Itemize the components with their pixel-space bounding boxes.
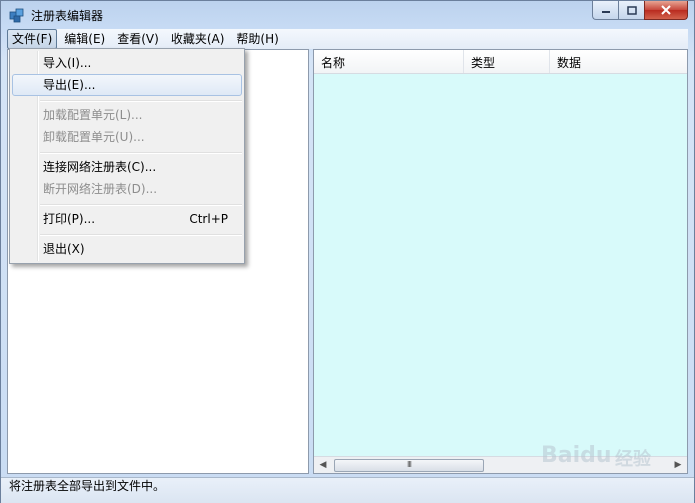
watermark-cn: 经验 [615,449,651,470]
menu-separator [40,234,242,236]
menu-item-print[interactable]: 打印(P)... Ctrl+P [12,208,242,230]
close-button[interactable] [644,1,688,20]
watermark-latin: Baidu [541,443,612,468]
registry-editor-icon [9,8,24,23]
baidu-watermark: Baidu 经验 [541,439,681,473]
menu-favorites[interactable]: 收藏夹(A) [166,29,230,49]
column-name[interactable]: 名称 [314,50,464,73]
menu-view[interactable]: 查看(V) [112,29,164,49]
title-bar[interactable]: 注册表编辑器 [1,1,694,29]
caption-buttons [592,1,688,21]
scroll-left-arrow-icon[interactable]: ◀ [316,459,330,471]
file-menu-dropdown: 导入(I)... 导出(E)... 加载配置单元(L)... 卸载配置单元(U)… [9,48,245,264]
menu-separator [40,100,242,102]
maximize-icon [626,5,637,15]
column-data[interactable]: 数据 [550,50,687,73]
minimize-icon [601,11,610,13]
menu-separator [40,204,242,206]
close-icon [661,5,671,15]
maximize-button[interactable] [618,1,644,20]
menu-file[interactable]: 文件(F) [7,29,58,49]
status-bar: 将注册表全部导出到文件中。 [1,477,694,503]
menu-item-load-hive[interactable]: 加载配置单元(L)... [12,104,242,126]
menu-item-disconnect-network-registry[interactable]: 断开网络注册表(D)... [12,178,242,200]
print-shortcut: Ctrl+P [189,212,228,226]
menu-item-import[interactable]: 导入(I)... [12,52,242,74]
registry-editor-window: 注册表编辑器 文件(F) 编辑(E) 查看(V) 收藏夹(A) 帮助(H) 名称… [0,0,695,503]
menu-separator [40,152,242,154]
menu-item-export[interactable]: 导出(E)... [12,74,242,96]
menu-edit[interactable]: 编辑(E) [59,29,110,49]
menu-item-unload-hive[interactable]: 卸载配置单元(U)... [12,126,242,148]
menu-item-connect-network-registry[interactable]: 连接网络注册表(C)... [12,156,242,178]
minimize-button[interactable] [592,1,618,20]
list-column-header: 名称 类型 数据 [314,50,687,74]
values-list-pane[interactable]: 名称 类型 数据 ◀ III ▶ [313,49,688,474]
status-text: 将注册表全部导出到文件中。 [9,479,166,493]
column-type[interactable]: 类型 [464,50,550,73]
window-title: 注册表编辑器 [31,9,104,23]
menu-item-exit[interactable]: 退出(X) [12,238,242,260]
menu-bar: 文件(F) 编辑(E) 查看(V) 收藏夹(A) 帮助(H) [7,29,688,49]
scroll-thumb[interactable]: III [334,459,484,472]
menu-help[interactable]: 帮助(H) [231,29,283,49]
